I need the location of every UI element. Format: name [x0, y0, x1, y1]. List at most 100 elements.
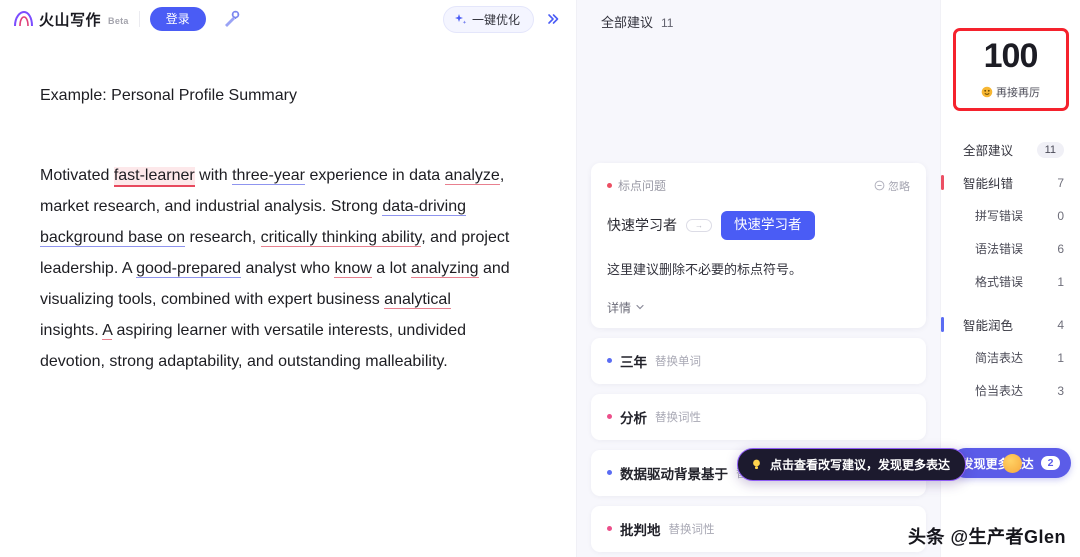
- score-value: 100: [983, 37, 1039, 76]
- editor-mark-error[interactable]: critically thinking ability: [260, 229, 422, 247]
- toolbar-right-group: 一键优化: [442, 5, 566, 33]
- editor-text-run: insights.: [40, 322, 103, 339]
- category-count: 1: [1057, 274, 1064, 289]
- volcano-logo-icon: [14, 10, 33, 27]
- editor-mark-error[interactable]: A: [102, 322, 113, 340]
- suggestion-list-item[interactable]: 分析 替换词性: [591, 393, 926, 440]
- login-button[interactable]: 登录: [149, 6, 206, 32]
- suggestion-item-kind: 替换单词: [655, 355, 701, 368]
- editor-text-run: with: [194, 167, 233, 184]
- suggestion-card[interactable]: 标点问题 忽略 快速学习者 → 快速学习者 这里建议删除不必要的标点符号。 详情: [591, 163, 926, 328]
- suggestion-mini-list: 三年替换单词分析替换词性数据驱动背景基于替换批判地替换词性: [591, 337, 926, 552]
- category-count: 6: [1057, 241, 1064, 256]
- suggestion-details-label: 详情: [607, 300, 632, 315]
- editor-text-run: experience in data: [305, 167, 445, 184]
- category-count: 7: [1057, 175, 1064, 190]
- editor-text-run: analyst who: [241, 260, 335, 277]
- suggestion-item-kind: 替换词性: [655, 411, 701, 424]
- editor-mark-error[interactable]: know: [334, 260, 372, 278]
- suggestions-header-count: 11: [661, 16, 674, 30]
- document-area[interactable]: Example: Personal Profile Summary Motiva…: [0, 38, 576, 557]
- category-active-indicator: [941, 317, 944, 332]
- editor-mark-style[interactable]: good-prepared: [136, 260, 242, 278]
- category-count: 3: [1057, 383, 1064, 398]
- rewrite-tooltip[interactable]: 点击查看改写建议，发现更多表达: [737, 448, 967, 481]
- category-row-智能纠错[interactable]: 智能纠错 7: [941, 166, 1080, 199]
- suggestions-header-label: 全部建议: [601, 15, 654, 30]
- category-active-indicator: [941, 175, 944, 190]
- editor-mark-style[interactable]: three-year: [232, 167, 305, 185]
- double-chevron-right-icon[interactable]: [540, 6, 566, 32]
- category-list: 全部建议 11 智能纠错 7 拼写错误 0 语法错误 6 格式错误 1 智能润色 4 简洁表达 1 恰当表达…: [941, 133, 1080, 407]
- category-count: 11: [1036, 141, 1064, 158]
- brand-name: 火山写作: [39, 11, 102, 29]
- replacement-original-text: 快速学习者: [607, 217, 677, 234]
- category-row-语法错误[interactable]: 语法错误 6: [941, 232, 1080, 265]
- suggestion-type-dot-icon: [607, 183, 612, 188]
- suggestion-item-word: 批判地: [620, 522, 661, 538]
- score-card: 100 再接再厉: [952, 28, 1069, 111]
- arrow-right-icon: →: [686, 218, 712, 232]
- category-label: 恰当表达: [975, 384, 1024, 398]
- one-click-optimize-button[interactable]: 一键优化: [442, 5, 534, 33]
- watermark: 头条 @生产者Glen: [907, 527, 1066, 547]
- category-count: 1: [1057, 350, 1064, 365]
- category-row-恰当表达[interactable]: 恰当表达 3: [941, 374, 1080, 407]
- discover-more-label: 发现更多表达: [961, 456, 1034, 471]
- document-title: Example: Personal Profile Summary: [40, 87, 297, 104]
- sparkle-icon: [454, 13, 467, 24]
- app-root: 火山写作 Beta 登录 一键优化 Example: Personal Prof…: [0, 0, 1080, 557]
- editor-mark-error-highlight[interactable]: fast-learner: [113, 167, 195, 187]
- suggestion-type-dot-icon: [607, 358, 612, 364]
- brand-logo: 火山写作 Beta: [12, 9, 129, 30]
- category-row-格式错误[interactable]: 格式错误 1: [941, 265, 1080, 298]
- category-row-简洁表达[interactable]: 简洁表达 1: [941, 341, 1080, 374]
- category-label: 简洁表达: [975, 351, 1024, 365]
- suggestion-details-toggle[interactable]: 详情: [607, 299, 910, 316]
- ignore-button[interactable]: 忽略: [874, 178, 910, 194]
- minus-circle-icon: [874, 180, 885, 191]
- smiley-icon: [981, 86, 993, 98]
- editor-mark-error[interactable]: analytical: [384, 291, 451, 309]
- magic-wand-icon[interactable]: [218, 6, 244, 32]
- editor-mark-error[interactable]: analyzing: [410, 260, 479, 278]
- score-number-text: 100: [983, 37, 1039, 75]
- discover-more-button[interactable]: 发现更多表达 2: [951, 448, 1071, 478]
- category-label: 智能润色: [963, 319, 1014, 333]
- top-toolbar: 火山写作 Beta 登录 一键优化: [0, 0, 576, 38]
- rewrite-tooltip-text: 点击查看改写建议，发现更多表达: [770, 458, 951, 472]
- suggestion-tag: 标点问题: [607, 177, 666, 194]
- category-count: 4: [1057, 317, 1064, 332]
- lightbulb-icon: [753, 459, 760, 469]
- apply-replacement-button[interactable]: 快速学习者: [721, 211, 815, 240]
- editor-text-run: Motivated: [40, 167, 114, 184]
- category-count: 0: [1057, 208, 1064, 223]
- discover-more-badge: 2: [1040, 456, 1061, 470]
- category-row-拼写错误[interactable]: 拼写错误 0: [941, 199, 1080, 232]
- category-row-全部建议[interactable]: 全部建议 11: [941, 133, 1080, 166]
- editor-text-run: a lot: [371, 260, 411, 277]
- category-group-separator: [941, 298, 1080, 308]
- category-label: 格式错误: [975, 275, 1024, 289]
- suggestions-header: 全部建议 11: [577, 0, 940, 41]
- chevron-down-icon: [636, 305, 644, 310]
- toolbar-divider: [138, 11, 140, 27]
- suggestion-item-word: 三年: [620, 354, 647, 370]
- suggestions-column: 全部建议 11 标点问题 忽略 快速学习者 → 快速学习者 这里建议删除不必要的…: [576, 0, 967, 557]
- replacement-row: 快速学习者 → 快速学习者: [607, 211, 910, 240]
- category-label: 智能纠错: [963, 177, 1014, 191]
- suggestion-tag-label: 标点问题: [618, 179, 667, 193]
- category-row-智能润色[interactable]: 智能润色 4: [941, 308, 1080, 341]
- suggestion-type-dot-icon: [607, 470, 612, 476]
- score-caption: 再接再厉: [981, 84, 1040, 100]
- score-caption-label: 再接再厉: [996, 87, 1040, 99]
- category-label: 全部建议: [963, 144, 1014, 158]
- discover-decoration-icon: [1003, 454, 1022, 473]
- suggestion-list-item[interactable]: 三年 替换单词: [591, 337, 926, 384]
- document-paragraph[interactable]: Motivated fast-learner with three-year e…: [40, 160, 510, 377]
- suggestion-item-word: 分析: [620, 410, 647, 426]
- editor-mark-error[interactable]: analyze: [444, 167, 500, 185]
- suggestion-item-word: 数据驱动背景基于: [620, 466, 728, 482]
- suggestion-list-item[interactable]: 批判地 替换词性: [591, 505, 926, 552]
- suggestion-type-dot-icon: [607, 414, 612, 420]
